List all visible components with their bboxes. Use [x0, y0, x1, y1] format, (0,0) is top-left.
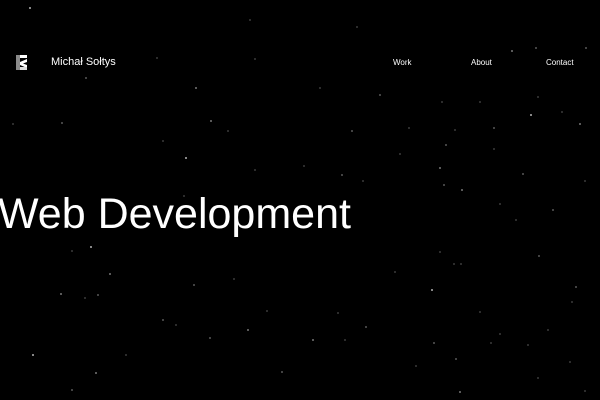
star: [247, 329, 249, 331]
star: [527, 344, 529, 346]
site-header: Michał Sołtys Work About Contact: [0, 0, 600, 80]
star: [445, 144, 447, 146]
star: [439, 251, 441, 253]
star: [125, 354, 127, 356]
star: [60, 293, 62, 295]
star: [185, 157, 187, 159]
star: [233, 278, 235, 280]
star: [561, 111, 563, 113]
star: [499, 203, 501, 205]
star: [90, 246, 92, 248]
star: [281, 371, 283, 373]
hero-title: Web Development: [0, 190, 351, 238]
star: [584, 390, 586, 392]
star: [579, 123, 581, 125]
star: [84, 297, 86, 299]
star: [61, 122, 63, 124]
star: [97, 294, 99, 296]
star: [493, 148, 495, 150]
star: [193, 284, 195, 286]
star: [455, 358, 457, 360]
star: [499, 333, 501, 335]
nav-link-work[interactable]: Work: [393, 57, 412, 69]
page: Michał Sołtys Work About Contact Web Dev…: [0, 0, 600, 400]
star: [344, 339, 346, 341]
star: [95, 372, 97, 374]
monogram-logo-icon[interactable]: [14, 54, 30, 71]
star: [575, 286, 577, 288]
star: [460, 263, 462, 265]
star: [71, 389, 73, 391]
star: [12, 123, 14, 125]
star: [547, 329, 549, 331]
star: [162, 140, 164, 142]
star: [337, 312, 339, 314]
star: [490, 342, 492, 344]
star: [408, 127, 410, 129]
star: [254, 169, 256, 171]
star: [415, 365, 417, 367]
star: [454, 129, 456, 131]
star: [162, 319, 164, 321]
star: [439, 167, 441, 169]
star: [431, 289, 433, 291]
star: [379, 94, 381, 96]
star: [453, 263, 455, 265]
star: [341, 174, 343, 176]
star: [441, 101, 443, 103]
star: [109, 273, 111, 275]
star: [584, 180, 586, 182]
star: [32, 354, 34, 356]
star: [365, 326, 367, 328]
star: [479, 101, 481, 103]
star: [538, 255, 540, 257]
star: [394, 271, 396, 273]
star: [461, 189, 463, 191]
star: [227, 130, 229, 132]
brand-name-link[interactable]: Michał Sołtys: [51, 55, 116, 69]
star: [433, 342, 435, 344]
star: [479, 311, 481, 313]
star: [319, 87, 321, 89]
star: [71, 250, 73, 252]
star: [351, 130, 353, 132]
star: [175, 324, 177, 326]
star: [312, 339, 314, 341]
star: [537, 377, 539, 379]
star: [515, 219, 517, 221]
star: [303, 165, 305, 167]
star: [362, 180, 364, 182]
star: [530, 114, 532, 116]
star: [195, 87, 197, 89]
star: [571, 301, 573, 303]
star: [522, 173, 524, 175]
star: [443, 184, 445, 186]
star: [399, 153, 401, 155]
star: [266, 310, 268, 312]
star: [552, 209, 554, 211]
nav-link-contact[interactable]: Contact: [546, 57, 574, 69]
star: [569, 361, 571, 363]
nav-link-about[interactable]: About: [471, 57, 492, 69]
star: [210, 120, 212, 122]
star: [209, 337, 211, 339]
star: [493, 127, 495, 129]
star: [459, 391, 461, 393]
star: [537, 96, 539, 98]
